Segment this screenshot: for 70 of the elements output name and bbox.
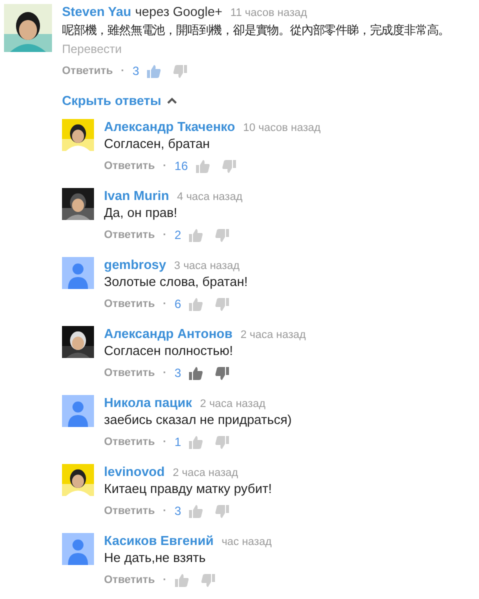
thumbs-up-icon[interactable] (147, 64, 162, 78)
separator-dot: · (162, 366, 167, 381)
separator-dot: · (162, 297, 167, 312)
comment-text: Согласен, братан (104, 136, 211, 152)
thumbs-up-icon[interactable] (174, 574, 189, 586)
comment-text: Золотые слова, братан! (104, 274, 248, 290)
comment-text: Китаец правду матку рубит! (104, 481, 272, 497)
thumbs-down-icon[interactable] (215, 504, 230, 518)
like-count: 16 (174, 158, 188, 174)
timestamp: 11 часов назад (230, 6, 308, 21)
reply-link[interactable]: Ответить (104, 227, 155, 243)
author-name[interactable]: Steven Yau (62, 4, 132, 20)
reply-link[interactable]: Ответить (104, 296, 155, 312)
separator-dot: · (162, 504, 167, 519)
comment-text: заебись сказал не придраться) (104, 412, 292, 428)
reply-link[interactable]: Ответить (62, 63, 113, 79)
timestamp: 4 часа назад (177, 190, 242, 205)
like-count: 3 (174, 503, 182, 519)
translate-link[interactable]: Перевести (62, 41, 450, 57)
thumbs-down-icon[interactable] (173, 64, 188, 78)
comment-text: 呢部機，雖然無電池，開唔到機，卻是實物。從內部零件睇，完成度非常高。 (62, 22, 450, 38)
thumbs-up-icon[interactable] (189, 436, 204, 448)
default-avatar-icon (62, 257, 94, 289)
hide-replies-button[interactable]: Скрыть ответы (62, 93, 178, 109)
comment-text: Да, он прав! (104, 205, 178, 221)
default-avatar-icon (62, 533, 94, 565)
timestamp: 2 часа назад (200, 397, 266, 412)
reply-link[interactable]: Ответить (104, 365, 155, 381)
reply-link[interactable]: Ответить (104, 503, 155, 519)
author-name[interactable]: Александр Ткаченко (104, 119, 236, 135)
comment-text: Не дать,не взять (104, 550, 207, 566)
thumbs-down-icon[interactable] (200, 574, 215, 586)
thumbs-up-icon[interactable] (189, 504, 204, 518)
thumbs-up-icon[interactable] (189, 228, 204, 242)
like-count: 1 (174, 434, 182, 450)
like-count: 3 (132, 63, 140, 79)
thumbs-up-icon[interactable] (189, 366, 204, 380)
separator-dot: · (162, 228, 167, 243)
separator-dot: · (120, 64, 125, 79)
author-name[interactable]: Ivan Murin (104, 188, 170, 204)
author-name[interactable]: levinovod (104, 464, 165, 480)
author-name[interactable]: Касиков Евгений (104, 533, 214, 549)
timestamp: 10 часов назад (243, 121, 321, 136)
comment-text: Согласен полностью! (104, 343, 234, 359)
timestamp: час назад (222, 535, 272, 550)
thumbs-down-icon[interactable] (215, 228, 230, 242)
chevron-up-icon (167, 97, 178, 105)
thumbs-down-icon[interactable] (222, 160, 236, 172)
like-count: 6 (174, 296, 182, 312)
timestamp: 2 часа назад (172, 466, 238, 481)
default-avatar-icon (62, 395, 94, 427)
like-count: 2 (174, 227, 182, 243)
thumbs-down-icon[interactable] (215, 366, 230, 380)
author-name[interactable]: gembrosy (104, 257, 166, 273)
thumbs-up-icon[interactable] (189, 298, 204, 310)
thumbs-up-icon[interactable] (196, 160, 210, 172)
timestamp: 3 часа назад (174, 259, 240, 274)
thumbs-down-icon[interactable] (215, 298, 230, 310)
separator-dot: · (162, 573, 167, 588)
reply-link[interactable]: Ответить (104, 434, 155, 450)
thumbs-down-icon[interactable] (215, 436, 230, 448)
separator-dot: · (162, 159, 167, 174)
reply-link[interactable]: Ответить (104, 572, 155, 588)
reply-link[interactable]: Ответить (104, 158, 155, 174)
author-name[interactable]: Александр Антонов (104, 326, 232, 342)
author-name[interactable]: Никола пацик (104, 395, 192, 411)
like-count: 3 (174, 365, 182, 381)
via-text: через Google+ (135, 4, 222, 20)
timestamp: 2 часа назад (240, 328, 306, 343)
separator-dot: · (162, 435, 167, 450)
